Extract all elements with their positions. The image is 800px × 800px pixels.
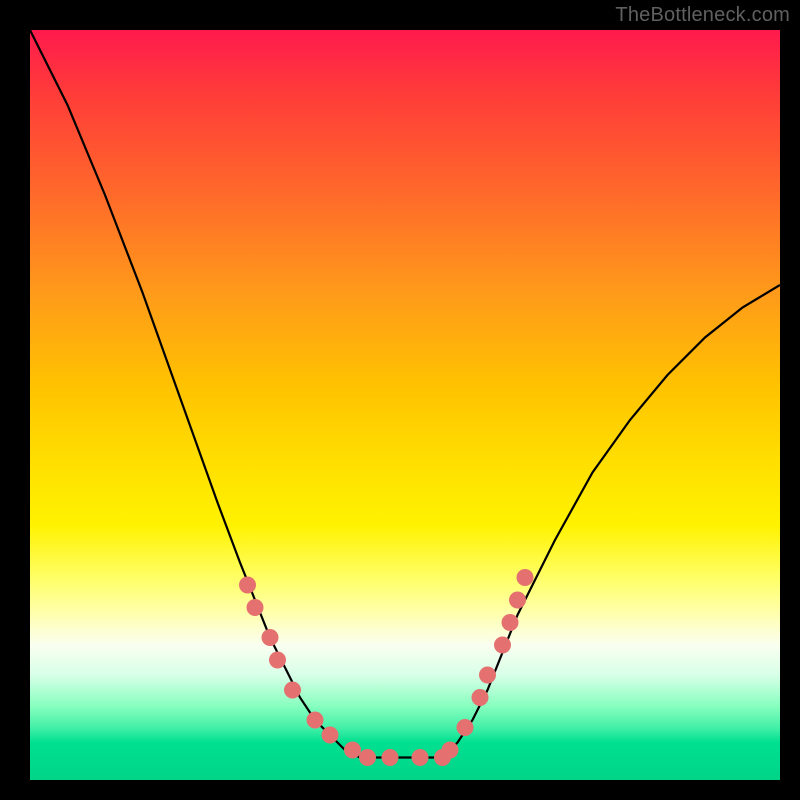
data-point: [509, 592, 526, 609]
bottleneck-curve: [30, 30, 780, 758]
data-point: [239, 577, 256, 594]
chart-frame: TheBottleneck.com: [0, 0, 800, 800]
data-point: [307, 712, 324, 729]
data-point: [517, 569, 534, 586]
data-point: [442, 742, 459, 759]
data-point: [502, 614, 519, 631]
plot-area: [30, 30, 780, 780]
watermark-text: TheBottleneck.com: [615, 4, 790, 27]
chart-svg: [30, 30, 780, 780]
data-point: [284, 682, 301, 699]
data-point: [344, 742, 361, 759]
data-point: [412, 749, 429, 766]
data-point: [479, 667, 496, 684]
data-point: [322, 727, 339, 744]
data-point: [457, 719, 474, 736]
data-point: [269, 652, 286, 669]
data-point: [262, 629, 279, 646]
data-point: [472, 689, 489, 706]
curve-group: [30, 30, 780, 758]
data-point: [359, 749, 376, 766]
data-point: [247, 599, 264, 616]
data-point: [382, 749, 399, 766]
data-point: [494, 637, 511, 654]
marker-group: [239, 569, 534, 766]
